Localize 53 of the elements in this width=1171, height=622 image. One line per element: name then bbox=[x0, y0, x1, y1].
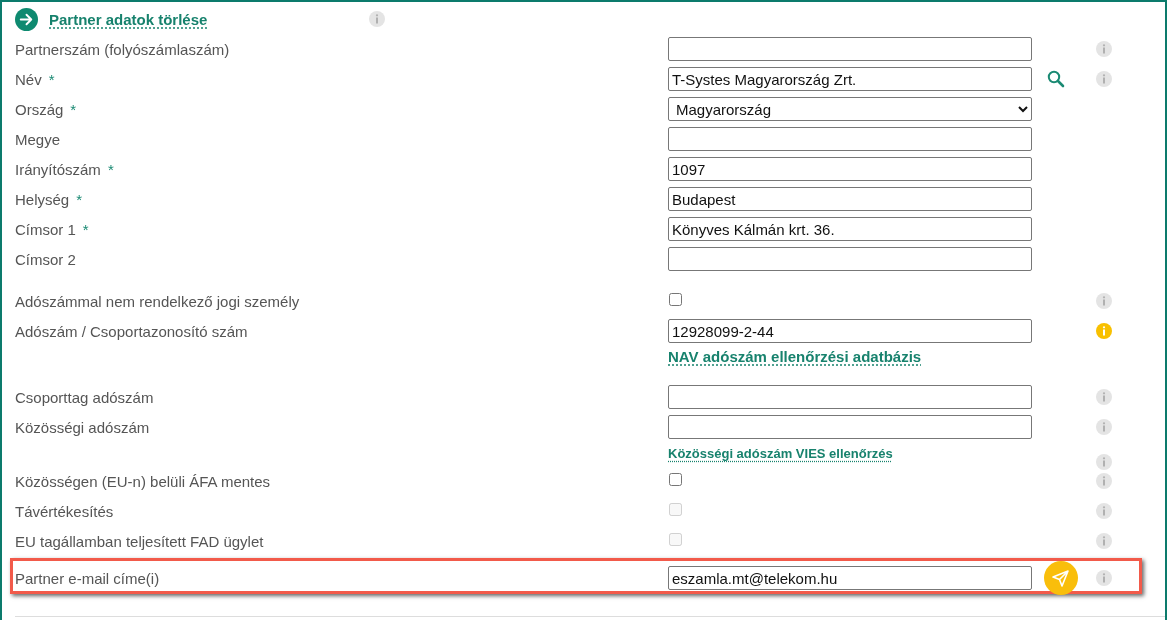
text-field[interactable] bbox=[668, 415, 1032, 439]
send-button[interactable] bbox=[1044, 561, 1078, 595]
info-icon[interactable] bbox=[1096, 533, 1112, 549]
info-icon[interactable] bbox=[1096, 473, 1112, 489]
field-label: Adószámmal nem rendelkező jogi személy bbox=[15, 292, 300, 310]
field-label: Csoporttag adószám bbox=[15, 388, 154, 406]
required-mark: * bbox=[76, 190, 83, 208]
section-title-link[interactable]: Partner adatok törlése bbox=[49, 10, 369, 28]
info-icon[interactable] bbox=[1096, 454, 1112, 470]
field-label: Közösségi adószám bbox=[15, 418, 150, 436]
text-field[interactable] bbox=[668, 247, 1032, 271]
text-field[interactable] bbox=[668, 127, 1032, 151]
required-mark: * bbox=[82, 220, 89, 238]
required-mark: * bbox=[48, 70, 55, 88]
checkbox[interactable] bbox=[669, 473, 682, 486]
info-icon[interactable] bbox=[1096, 71, 1112, 87]
field-label: Ország bbox=[15, 100, 64, 118]
text-field[interactable]: Budapest bbox=[668, 187, 1032, 211]
field-label: Név bbox=[15, 70, 42, 88]
info-icon[interactable] bbox=[1096, 389, 1112, 405]
check-link[interactable]: NAV adószám ellenőrzési adatbázis bbox=[668, 348, 922, 365]
text-field[interactable]: eszamla.mt@telekom.hu bbox=[668, 566, 1032, 590]
field-label: Címsor 2 bbox=[15, 250, 76, 268]
field-label: Partnerszám (folyószámlaszám) bbox=[15, 40, 230, 58]
info-icon[interactable] bbox=[1096, 419, 1112, 435]
info-icon[interactable] bbox=[1096, 293, 1112, 309]
arrow-circle-icon[interactable] bbox=[15, 7, 38, 31]
info-icon[interactable] bbox=[1096, 41, 1112, 57]
checkbox[interactable] bbox=[669, 293, 682, 306]
field-label: Adószám / Csoportazonosító szám bbox=[15, 322, 248, 340]
info-icon[interactable] bbox=[1096, 323, 1112, 339]
check-link[interactable]: Közösségi adószám VIES ellenőrzés bbox=[668, 446, 893, 461]
field-label: Helység bbox=[15, 190, 70, 208]
field-label: Közösségen (EU-n) belüli ÁFA mentes bbox=[15, 472, 271, 490]
field-label: Címsor 1 bbox=[15, 220, 76, 238]
required-mark: * bbox=[70, 100, 77, 118]
text-field[interactable] bbox=[668, 37, 1032, 61]
country-dropdown[interactable]: Magyarország bbox=[668, 97, 1032, 121]
text-field[interactable] bbox=[668, 385, 1032, 409]
text-field[interactable]: 1097 bbox=[668, 157, 1032, 181]
field-label: EU tagállamban teljesített FAD ügylet bbox=[15, 532, 264, 550]
field-label: Irányítószám bbox=[15, 160, 101, 178]
search-icon[interactable] bbox=[1047, 70, 1065, 88]
text-field[interactable]: Könyves Kálmán krt. 36. bbox=[668, 217, 1032, 241]
field-label: Partner e-mail címe(i) bbox=[15, 569, 160, 587]
required-mark: * bbox=[107, 160, 114, 178]
field-label: Megye bbox=[15, 130, 61, 148]
text-field[interactable]: T-Systes Magyarország Zrt. bbox=[668, 67, 1032, 91]
info-icon[interactable] bbox=[1096, 503, 1112, 519]
field-label: Távértékesítés bbox=[15, 502, 114, 520]
text-field[interactable]: 12928099-2-44 bbox=[668, 319, 1032, 343]
info-icon[interactable] bbox=[1096, 570, 1112, 586]
info-icon[interactable] bbox=[369, 11, 385, 27]
